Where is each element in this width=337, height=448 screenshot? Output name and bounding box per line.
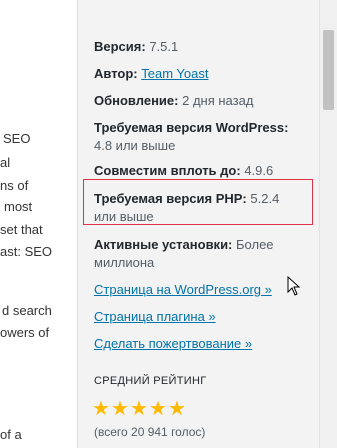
star-icon: ★	[168, 398, 186, 420]
mouse-cursor-icon	[287, 275, 301, 299]
detail-active-installs: Активные установки: Более миллиона	[94, 236, 304, 272]
highlight-box	[83, 179, 313, 225]
detail-tested-up-to: Совместим вплоть до: 4.9.6	[94, 162, 304, 180]
star-icon: ★	[130, 398, 148, 420]
description-text: ns of	[0, 178, 29, 193]
description-text: SEO	[3, 131, 31, 146]
detail-label: Версия:	[94, 39, 146, 54]
detail-label: Требуемая версия WordPress:	[94, 120, 289, 135]
detail-value: 2 дня назад	[182, 93, 254, 108]
detail-label: Совместим вплоть до:	[94, 163, 241, 178]
star-icon: ★	[149, 398, 167, 420]
scrollbar-thumb[interactable]	[323, 30, 334, 110]
wordpress-org-page-link[interactable]: Страница на WordPress.org »	[94, 282, 272, 297]
detail-label: Активные установки:	[94, 237, 233, 252]
scrollbar[interactable]	[319, 0, 337, 448]
detail-value: 4.9.6	[244, 163, 274, 178]
description-text: owers of	[0, 325, 50, 340]
star-rating: ★ ★ ★ ★ ★	[92, 398, 187, 420]
plugin-homepage-link[interactable]: Страница плагина »	[94, 309, 216, 324]
description-text: set that	[0, 222, 43, 237]
rating-count: (всего 20 941 голос)	[94, 425, 206, 439]
detail-version: Версия: 7.5.1	[94, 38, 304, 56]
detail-value: 4.8 или выше	[94, 138, 176, 153]
detail-label: Автор:	[94, 66, 138, 81]
detail-value: 7.5.1	[149, 39, 179, 54]
description-text: al	[0, 155, 11, 170]
description-text: ast: SEO	[0, 244, 53, 259]
detail-updated: Обновление: 2 дня назад	[94, 92, 304, 110]
detail-requires-wp: Требуемая версия WordPress: 4.8 или выше	[94, 119, 304, 155]
description-text: d search	[2, 303, 52, 318]
detail-author: Автор: Team Yoast	[94, 65, 304, 83]
detail-label: Обновление:	[94, 93, 179, 108]
description-text: of a	[0, 427, 22, 442]
donate-link[interactable]: Сделать пожертвование »	[94, 336, 252, 351]
star-icon: ★	[92, 398, 110, 420]
author-link[interactable]: Team Yoast	[141, 66, 208, 81]
description-text: most	[4, 199, 33, 214]
average-rating-heading: СРЕДНИЙ РЕЙТИНГ	[94, 375, 207, 387]
plugin-description-pane: SEO al ns of most set that ast: SEO d se…	[0, 0, 77, 448]
star-icon: ★	[111, 398, 129, 420]
